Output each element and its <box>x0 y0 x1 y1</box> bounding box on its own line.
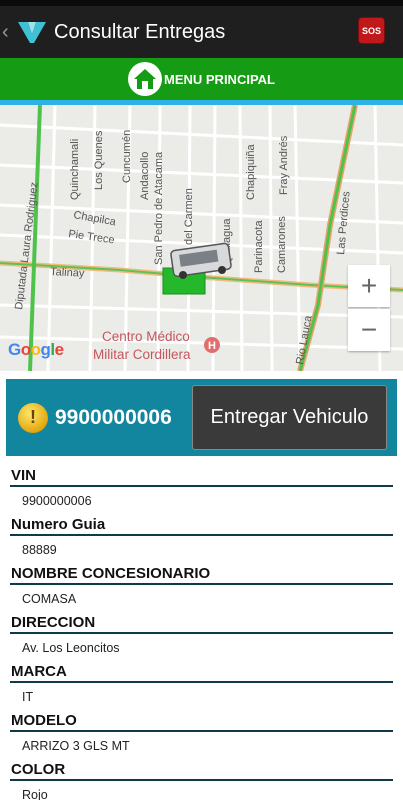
map-street-label: Camarones <box>276 216 288 273</box>
field-label-model: MODELO <box>10 709 393 732</box>
zoom-out-button[interactable]: − <box>348 309 390 351</box>
vehicle-vin: 9900000006 <box>55 405 172 429</box>
field-label-address: DIRECCION <box>10 611 393 634</box>
google-attribution: Google <box>8 340 64 359</box>
field-label-dealer-name: NOMBRE CONCESIONARIO <box>10 562 393 585</box>
field-label-vin: VIN <box>10 464 393 487</box>
map-street-label: Talinay <box>50 266 85 280</box>
map-street-label: San Pedro de Atacama <box>153 151 165 265</box>
main-menu-button[interactable]: MENU PRINCIPAL <box>0 58 403 105</box>
field-value-model: ARRIZO 3 GLS MT <box>22 739 130 753</box>
app-bar: ‹ Consultar Entregas SOS <box>0 6 403 58</box>
field-label-brand: MARCA <box>10 660 393 683</box>
field-label-guide-number: Numero Guia <box>10 513 393 536</box>
map-street-label: Quinchamali <box>69 139 81 200</box>
field-value-color: Rojo <box>22 788 48 800</box>
field-value-brand: IT <box>22 690 34 704</box>
field-label-color: COLOR <box>10 758 393 781</box>
zoom-in-button[interactable]: + <box>348 265 390 307</box>
map-street-label: Los Quenes <box>93 130 105 190</box>
map-poi-label: Centro Médico <box>102 329 190 344</box>
home-icon <box>128 62 162 96</box>
vehicle-details: VIN 9900000006 Numero Guia 88889 NOMBRE … <box>0 456 403 800</box>
field-value-address: Av. Los Leoncitos <box>22 641 120 655</box>
app-logo-icon[interactable] <box>16 19 48 45</box>
map-street-label: Parinacota <box>253 220 265 273</box>
deliver-vehicle-button[interactable]: Entregar Vehiculo <box>192 385 387 450</box>
field-value-guide-number: 88889 <box>22 543 57 557</box>
map-street-label: Cuncumén <box>121 130 133 183</box>
map-view[interactable]: H Quinchamali Los Quenes Cuncumén Andaco… <box>0 105 403 371</box>
field-value-dealer-name: COMASA <box>22 592 77 606</box>
chevron-left-icon[interactable]: ‹ <box>2 22 16 42</box>
map-canvas: H Quinchamali Los Quenes Cuncumén Andaco… <box>0 105 403 371</box>
field-value-vin: 9900000006 <box>22 494 92 508</box>
warning-coin-icon: ! <box>18 402 48 433</box>
vehicle-summary-panel: ! 9900000006 Entregar Vehiculo <box>6 379 397 456</box>
page-title: Consultar Entregas <box>54 20 226 43</box>
map-street-label: Fray Andrés <box>278 135 290 195</box>
main-menu-label: MENU PRINCIPAL <box>164 71 275 87</box>
map-street-label: Andacollo <box>139 152 151 200</box>
svg-text:H: H <box>208 340 216 352</box>
map-poi-label-2: Militar Cordillera <box>93 347 191 362</box>
map-street-label: Chapiquiña <box>245 143 257 200</box>
sos-button[interactable]: SOS <box>358 17 385 44</box>
